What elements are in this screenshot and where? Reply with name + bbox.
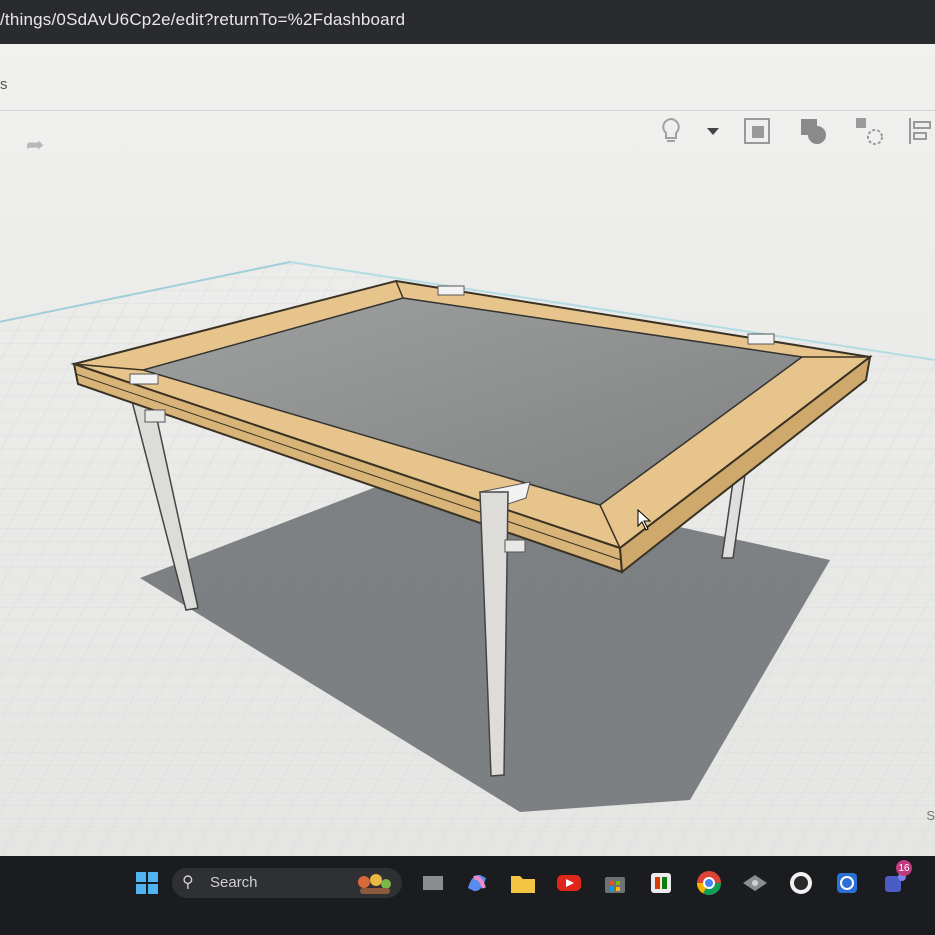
obs-icon[interactable] (784, 866, 818, 900)
youtube-icon[interactable] (552, 866, 586, 900)
search-icon: ⚲ (182, 874, 194, 891)
corner-bracket (747, 333, 775, 345)
corner-bracket (437, 285, 465, 296)
notification-badge: 16 (896, 860, 912, 876)
viewport-corner-text: S (926, 808, 935, 823)
windows-start-icon[interactable] (130, 866, 164, 900)
leg-brace (144, 409, 166, 423)
browser-address-bar[interactable]: /things/0SdAvU6Cp2e/edit?returnTo=%2Fdas… (0, 0, 935, 44)
word-icon[interactable] (830, 866, 864, 900)
file-explorer-icon[interactable] (506, 866, 540, 900)
office-icon[interactable] (644, 866, 678, 900)
widgets-icon[interactable] (352, 866, 396, 900)
app-icon[interactable] (738, 866, 772, 900)
workplane-scene[interactable] (0, 44, 935, 856)
search-label: Search (210, 874, 258, 891)
teams-icon[interactable]: 16 (878, 860, 912, 900)
corner-bracket (129, 373, 159, 385)
leg-brace (504, 539, 526, 553)
store-icon[interactable] (598, 866, 632, 900)
url-text[interactable]: /things/0SdAvU6Cp2e/edit?returnTo=%2Fdas… (0, 10, 405, 30)
3d-viewport[interactable]: s ➦ S (0, 44, 935, 856)
windows-taskbar: ⚲ Search 16 (0, 856, 935, 935)
task-view-icon[interactable] (416, 866, 450, 900)
chrome-icon[interactable] (692, 866, 726, 900)
copilot-icon[interactable] (460, 866, 494, 900)
